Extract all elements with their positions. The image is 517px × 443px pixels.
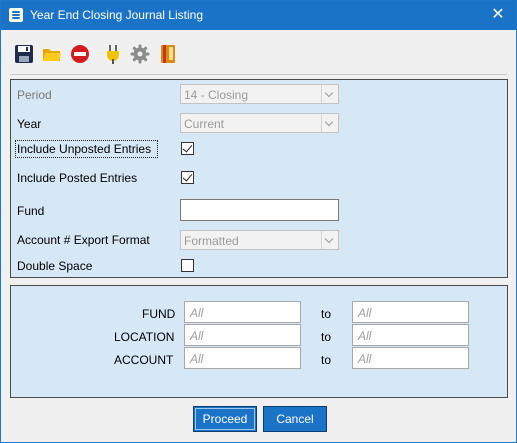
fund-label: Fund	[17, 204, 45, 218]
fund-from-placeholder: All	[190, 306, 204, 320]
help-book-icon[interactable]	[158, 44, 178, 64]
cancel-icon[interactable]	[70, 44, 90, 64]
chevron-down-icon	[321, 114, 338, 132]
export-format-label: Account # Export Format	[17, 233, 150, 247]
year-select[interactable]: Current	[180, 113, 339, 133]
save-icon[interactable]	[14, 44, 34, 64]
include-posted-checkbox[interactable]	[181, 171, 194, 184]
fund-to-placeholder: All	[358, 306, 372, 320]
account-range-label: ACCOUNT	[114, 353, 174, 367]
title-bar: Year End Closing Journal Listing ✕	[1, 1, 516, 30]
app-icon	[9, 8, 23, 22]
window-title: Year End Closing Journal Listing	[30, 8, 203, 22]
year-value: Current	[184, 117, 225, 131]
fund-range-label: FUND	[142, 307, 176, 321]
account-to-input[interactable]: All	[352, 347, 469, 369]
year-label: Year	[17, 117, 42, 131]
fund-input[interactable]	[180, 199, 339, 221]
period-select[interactable]: 14 - Closing	[180, 84, 339, 104]
export-format-select[interactable]: Formatted	[180, 230, 339, 250]
account-from-input[interactable]: All	[184, 347, 301, 369]
include-posted-label: Include Posted Entries	[17, 171, 138, 185]
export-format-value: Formatted	[184, 234, 239, 248]
fund-to-input[interactable]: All	[352, 301, 469, 323]
chevron-down-icon	[321, 231, 338, 249]
include-unposted-checkbox[interactable]	[181, 142, 194, 155]
close-button[interactable]: ✕	[480, 1, 516, 30]
location-to-placeholder: All	[358, 329, 372, 343]
plug-icon[interactable]	[103, 44, 123, 64]
location-to-label: to	[321, 330, 332, 344]
double-space-checkbox[interactable]	[181, 259, 194, 272]
location-from-placeholder: All	[190, 329, 204, 343]
location-range-label: LOCATION	[114, 330, 175, 344]
double-space-label: Double Space	[17, 259, 93, 273]
fund-to-label: to	[321, 307, 332, 321]
fund-from-input[interactable]: All	[184, 301, 301, 323]
proceed-button[interactable]: Proceed	[193, 406, 257, 432]
include-unposted-label: Include Unposted Entries	[17, 142, 152, 156]
toolbar-separator	[10, 74, 507, 75]
cancel-button[interactable]: Cancel	[263, 406, 327, 432]
location-to-input[interactable]: All	[352, 324, 469, 346]
dialog-window: Year End Closing Journal Listing ✕ Perio…	[0, 0, 517, 443]
location-from-input[interactable]: All	[184, 324, 301, 346]
settings-gear-icon[interactable]	[130, 44, 150, 64]
open-folder-icon[interactable]	[42, 44, 62, 64]
chevron-down-icon	[321, 85, 338, 103]
account-from-placeholder: All	[190, 352, 204, 366]
toolbar	[1, 31, 516, 73]
account-to-placeholder: All	[358, 352, 372, 366]
account-to-label: to	[321, 353, 332, 367]
period-label: Period	[17, 88, 52, 102]
period-value: 14 - Closing	[184, 88, 249, 102]
